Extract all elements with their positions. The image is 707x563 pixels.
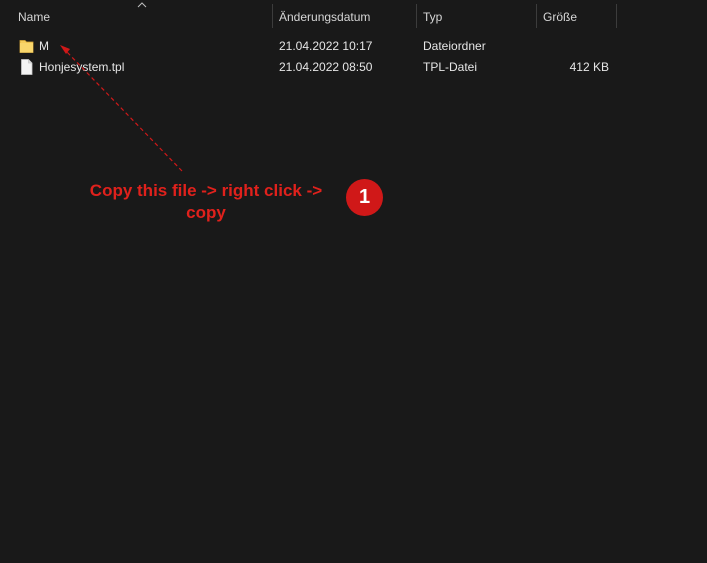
file-name: Honjesystem.tpl (39, 60, 125, 74)
column-divider[interactable] (616, 4, 617, 28)
column-header-size[interactable]: Größe (537, 0, 616, 32)
column-header-type[interactable]: Typ (417, 0, 536, 32)
file-row-honjesystem-tpl[interactable]: Honjesystem.tpl 21.04.2022 08:50 TPL-Dat… (0, 56, 707, 78)
annotation-overlay (60, 45, 183, 172)
column-header-row: Name Änderungsdatum Typ Größe (0, 0, 707, 32)
annotation-callout-text: Copy this file -> right click -> copy (89, 181, 323, 222)
column-header-modified[interactable]: Änderungsdatum (273, 0, 416, 32)
file-explorer-window: Name Änderungsdatum Typ Größe M 21.04.20… (0, 0, 707, 563)
file-name: M (39, 39, 49, 53)
file-icon (21, 59, 33, 75)
file-type: TPL-Datei (423, 60, 478, 74)
file-size: 412 KB (569, 60, 609, 74)
file-row-folder-m[interactable]: M 21.04.2022 10:17 Dateiordner (0, 35, 707, 57)
file-type: Dateiordner (423, 39, 486, 53)
folder-icon (19, 40, 34, 53)
column-header-name[interactable]: Name (12, 0, 272, 32)
step-number-badge: 1 (346, 179, 383, 216)
file-modified: 21.04.2022 08:50 (279, 60, 373, 74)
file-size (539, 35, 609, 57)
file-modified: 21.04.2022 10:17 (279, 39, 373, 53)
